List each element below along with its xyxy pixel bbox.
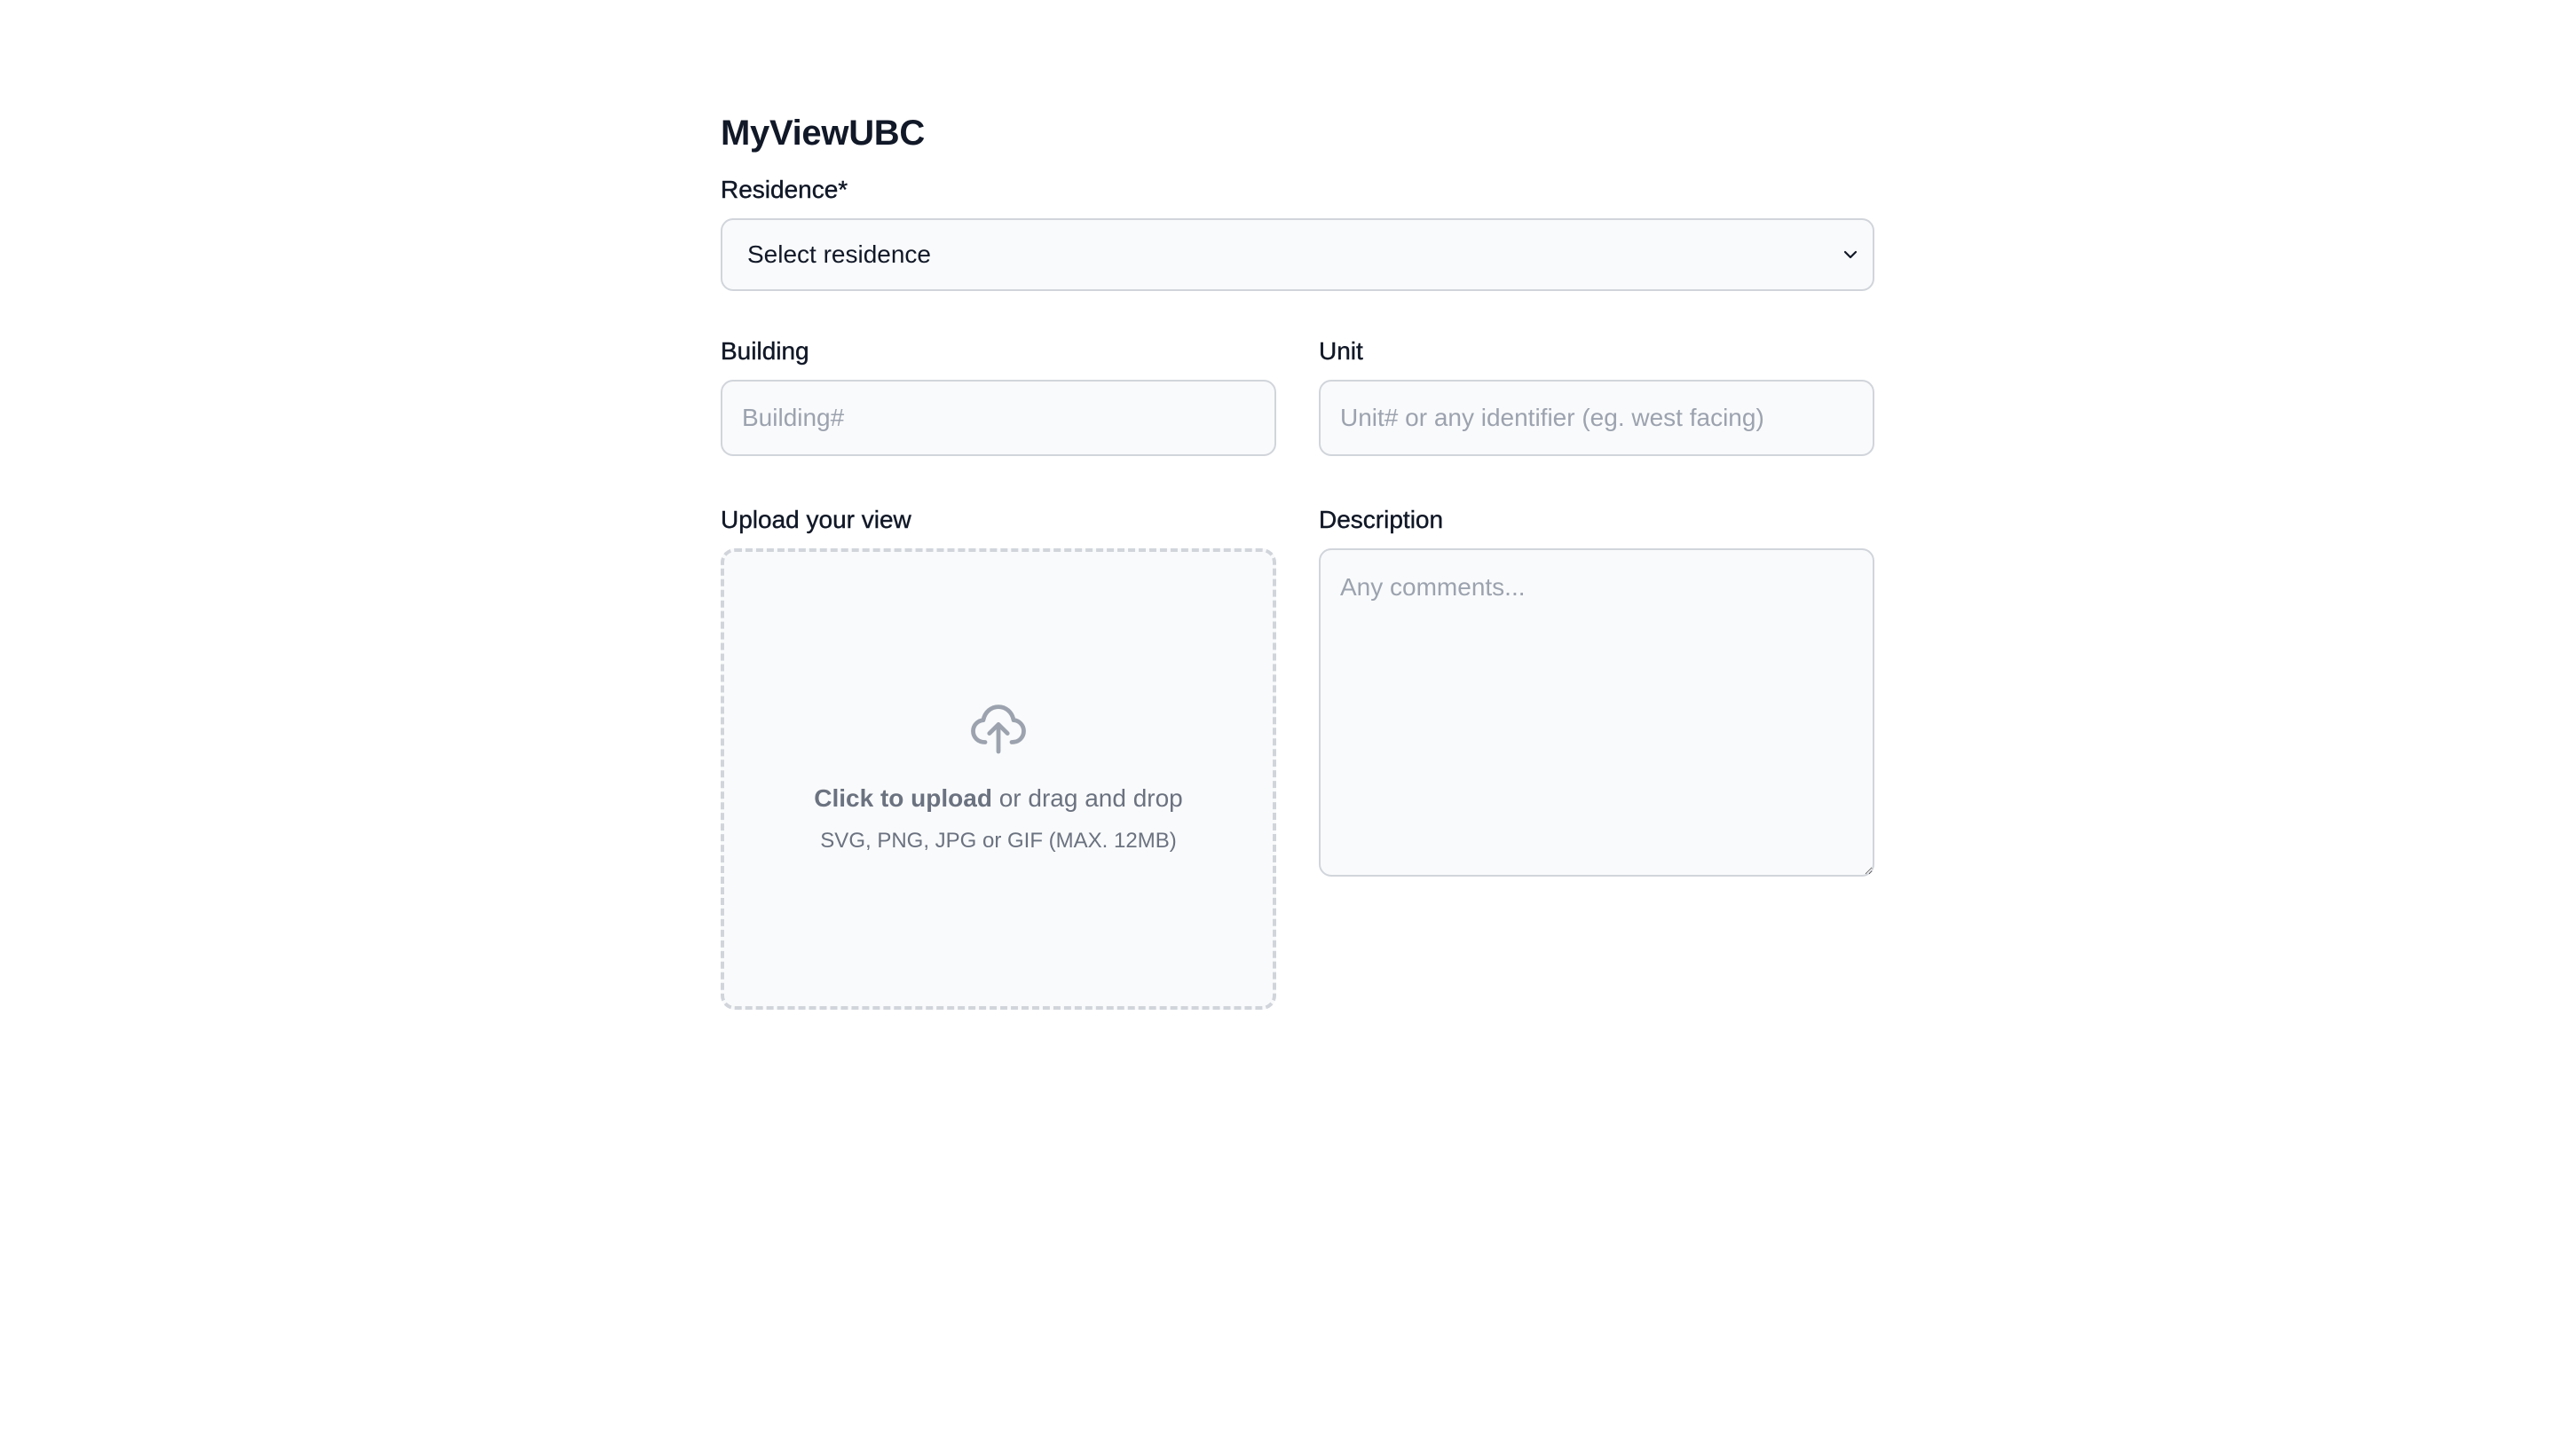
chevron-down-icon [1841,245,1860,264]
upload-description-row: Upload your view Click to upload or drag… [721,502,1874,1010]
upload-dropzone[interactable]: Click to upload or drag and drop SVG, PN… [721,548,1276,1010]
description-textarea[interactable] [1319,548,1874,877]
upload-field: Upload your view Click to upload or drag… [721,502,1276,1010]
building-field: Building [721,334,1276,456]
upload-instruction: Click to upload or drag and drop [814,781,1183,816]
building-unit-row: Building Unit [721,334,1874,456]
unit-field: Unit [1319,334,1874,456]
page-title: MyViewUBC [721,114,925,153]
residence-label: Residence* [721,176,848,203]
residence-field: Residence* Select residence [721,172,1874,291]
building-label: Building [721,337,809,365]
drag-drop-text: or drag and drop [991,784,1183,812]
upload-formats-text: SVG, PNG, JPG or GIF (MAX. 12MB) [820,829,1177,853]
upload-view-form: MyViewUBC Residence* Select residence Bu… [721,105,1874,1010]
residence-select[interactable]: Select residence [721,218,1874,291]
cloud-upload-icon [971,704,1026,754]
description-label: Description [1319,506,1444,533]
residence-select-value: Select residence [747,240,932,268]
unit-label: Unit [1319,337,1363,365]
building-input[interactable] [721,380,1276,456]
description-field: Description [1319,502,1874,1010]
upload-label: Upload your view [721,506,911,533]
click-to-upload-text: Click to upload [814,784,992,812]
unit-input[interactable] [1319,380,1874,456]
